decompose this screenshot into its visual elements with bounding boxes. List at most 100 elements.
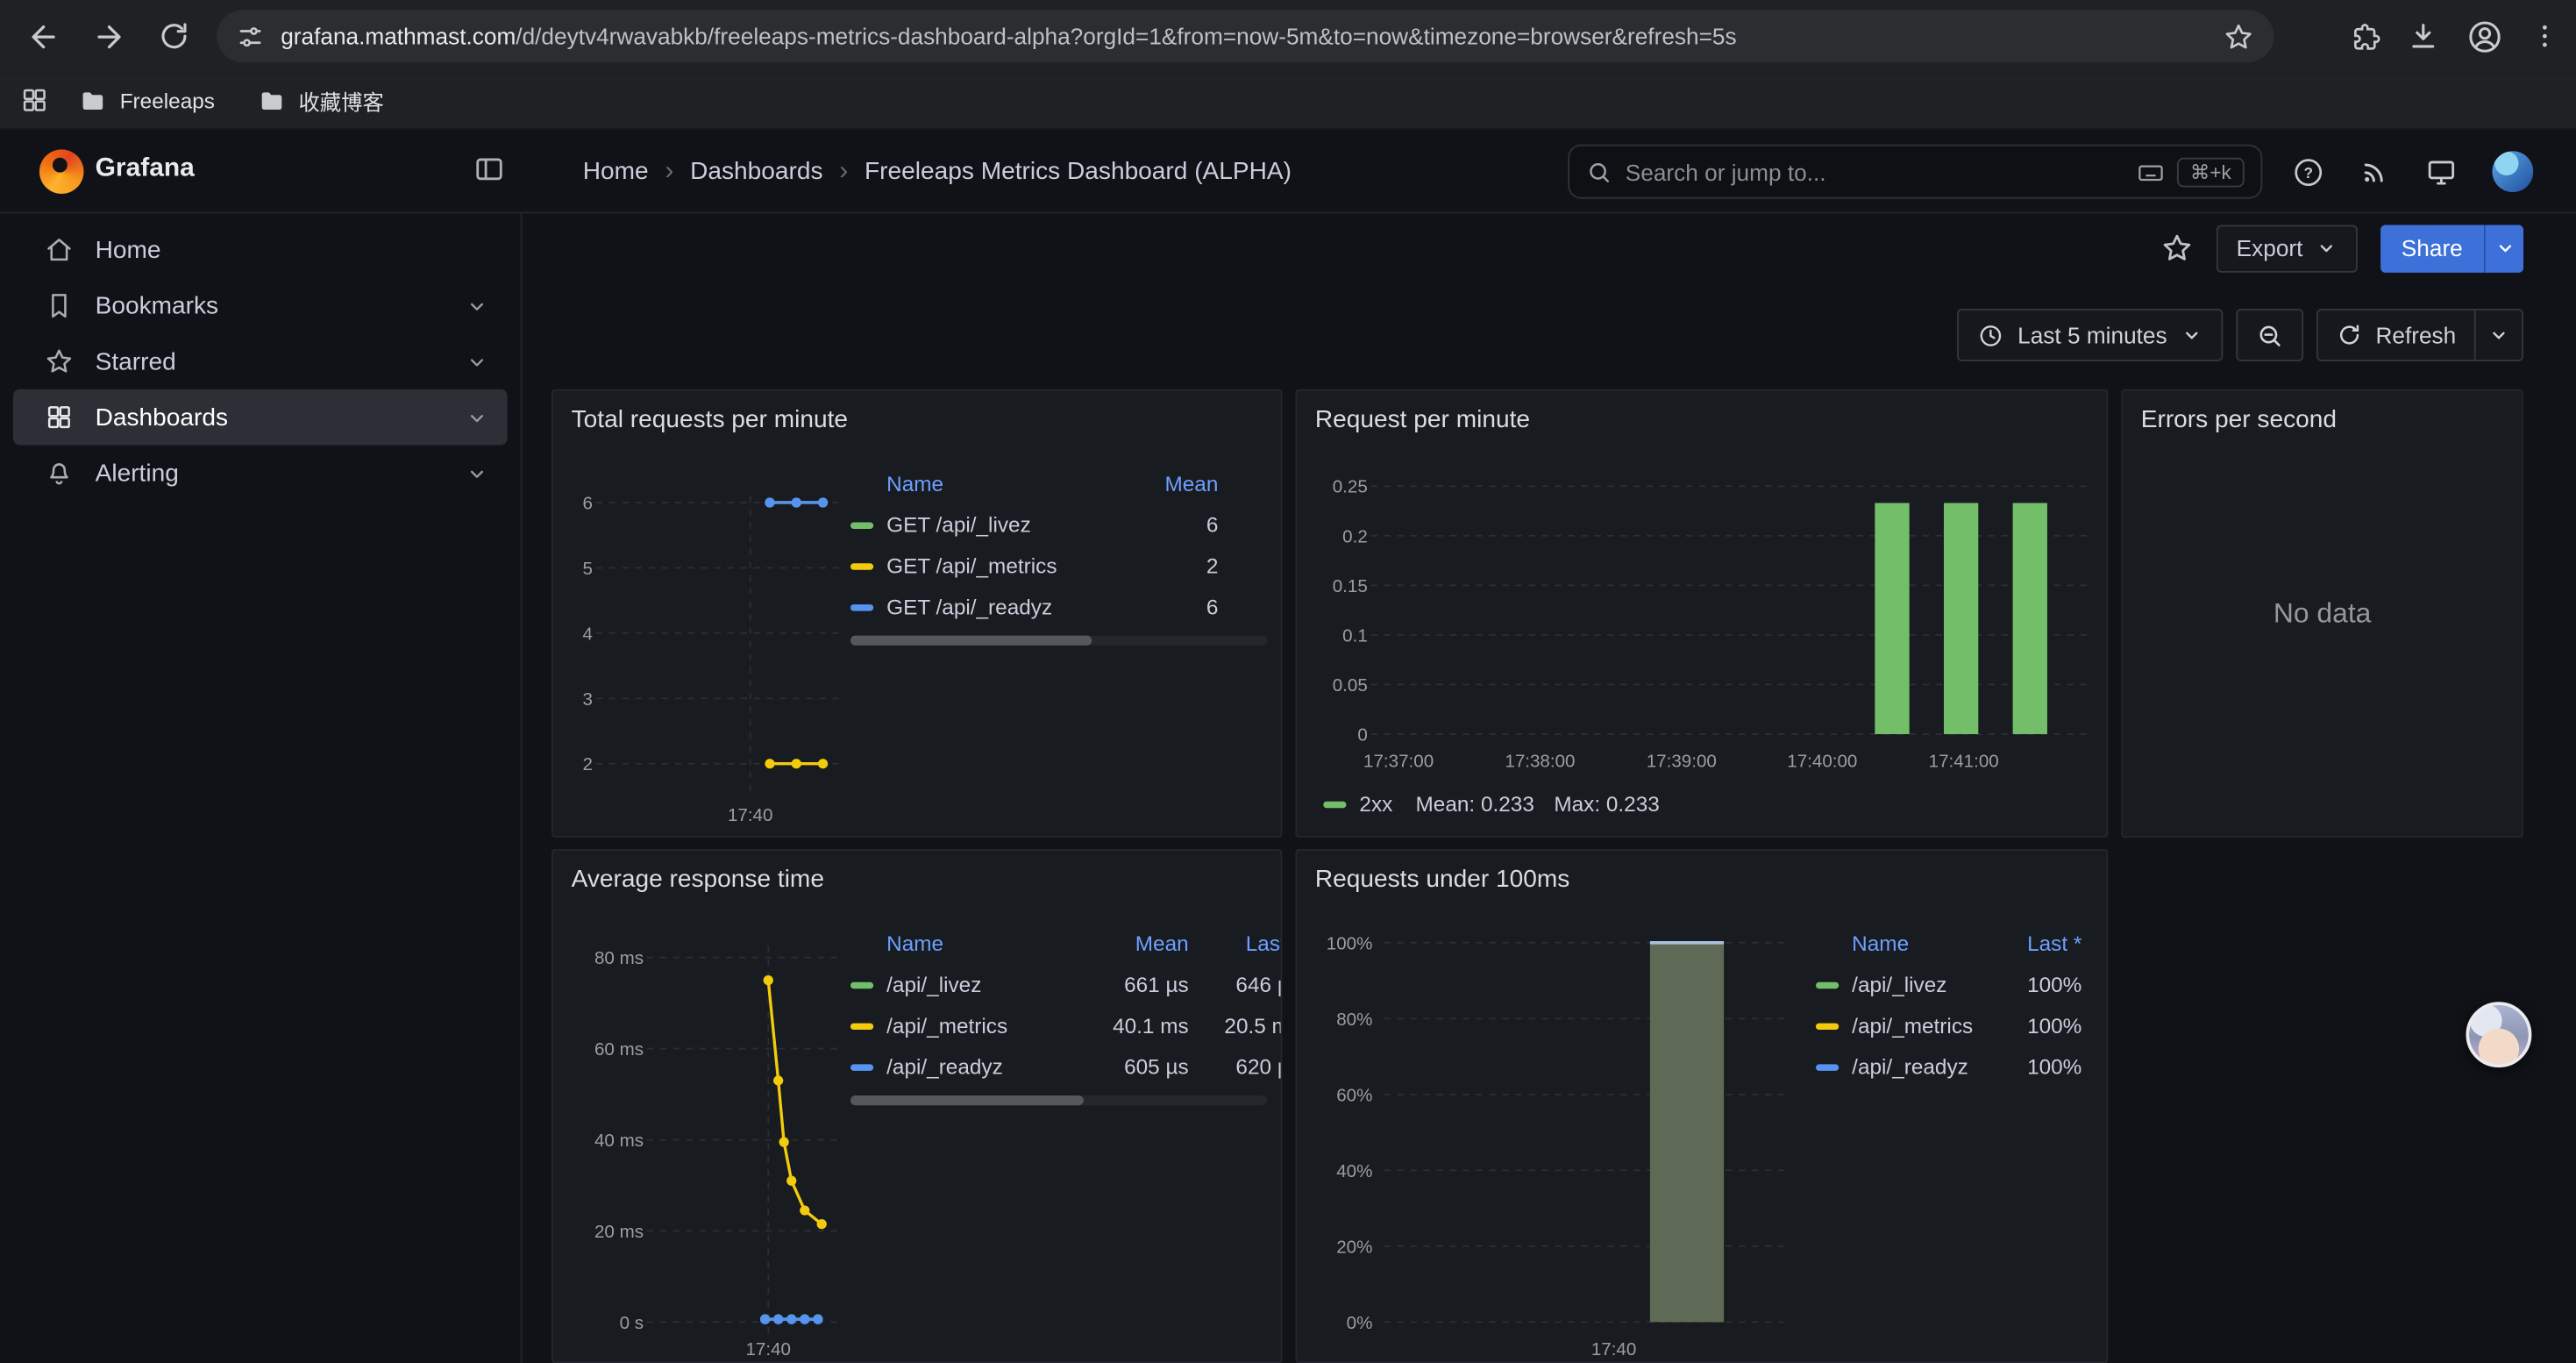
svg-text:60 ms: 60 ms xyxy=(594,1039,644,1060)
legend-scrollbar[interactable] xyxy=(850,636,1268,646)
legend-row[interactable]: GET /api/_readyz 6 xyxy=(850,586,1268,627)
apps-grid-icon[interactable] xyxy=(19,85,49,115)
sidebar-item-home[interactable]: Home xyxy=(13,222,508,278)
refresh-button[interactable]: Refresh xyxy=(2318,310,2474,360)
legend-scrollbar[interactable] xyxy=(850,1095,1268,1105)
menu-kebab-icon[interactable] xyxy=(2530,21,2560,51)
forward-button[interactable] xyxy=(79,6,138,65)
news-button[interactable] xyxy=(2359,156,2391,188)
series-name: /api/_metrics xyxy=(1852,1013,2000,1038)
svg-text:17:40:00: 17:40:00 xyxy=(1787,751,1857,771)
profile-icon[interactable] xyxy=(2466,18,2503,55)
legend-row[interactable]: /api/_readyz 100% xyxy=(1816,1046,2081,1088)
legend-row[interactable]: /api/_livez 100% xyxy=(1816,964,2081,1005)
chevron-down-icon[interactable] xyxy=(465,405,489,430)
legend-col-mean[interactable]: Mean xyxy=(1057,931,1189,956)
sidebar-item-dashboards[interactable]: Dashboards xyxy=(13,389,508,446)
series-name: /api/_livez xyxy=(886,973,1057,997)
breadcrumb-home[interactable]: Home xyxy=(583,158,649,186)
reload-button[interactable] xyxy=(145,6,203,65)
panel-requests-under-100ms: 100%80%60%40%20%0%17:40 Requests under 1… xyxy=(1295,849,2108,1363)
breadcrumb-current[interactable]: Freeleaps Metrics Dashboard (ALPHA) xyxy=(865,158,1292,186)
share-button[interactable]: Share xyxy=(2380,225,2484,272)
svg-text:17:37:00: 17:37:00 xyxy=(1363,751,1434,771)
svg-text:20%: 20% xyxy=(1336,1237,1372,1257)
arrow-left-icon xyxy=(25,19,60,54)
series-mean: 6 xyxy=(1127,512,1219,537)
legend-col-last[interactable]: Last * xyxy=(2000,931,2082,956)
chevron-down-icon[interactable] xyxy=(465,349,489,374)
refresh-interval-button[interactable] xyxy=(2474,310,2522,360)
sidebar-nav: Home Bookmarks Starred Dashboards Alerti… xyxy=(0,213,522,1363)
help-button[interactable]: ? xyxy=(2292,155,2324,188)
legend-row[interactable]: /api/_metrics 40.1 ms 20.5 ms xyxy=(850,1005,1282,1046)
browser-actions xyxy=(2350,0,2566,72)
legend-row[interactable]: GET /api/_metrics 2 xyxy=(850,546,1268,587)
export-button[interactable]: Export xyxy=(2217,225,2357,272)
time-controls: Last 5 minutes Refresh xyxy=(1957,309,2523,361)
back-button[interactable] xyxy=(13,6,72,65)
time-range-picker[interactable]: Last 5 minutes xyxy=(1957,309,2223,361)
panel-request-per-minute: 0.250.20.150.10.05017:37:0017:38:0017:39… xyxy=(1295,389,2108,838)
rss-icon xyxy=(2359,156,2391,188)
downloads-icon[interactable] xyxy=(2407,19,2439,52)
bookmark-folder-blog[interactable]: 收藏博客 xyxy=(245,78,397,123)
legend-row[interactable]: /api/_livez 661 µs 646 µs xyxy=(850,964,1282,1005)
floating-avatar[interactable] xyxy=(2466,1002,2531,1067)
scrollbar-thumb[interactable] xyxy=(850,1095,1084,1105)
series-name: /api/_readyz xyxy=(886,1054,1057,1079)
panel-title[interactable]: Request per minute xyxy=(1315,406,1530,434)
refresh-label: Refresh xyxy=(2375,322,2456,348)
svg-text:5: 5 xyxy=(583,559,593,579)
dashboards-grid-icon xyxy=(45,403,75,432)
zoom-out-button[interactable] xyxy=(2236,309,2303,361)
site-info-icon[interactable] xyxy=(237,22,265,50)
svg-text:3: 3 xyxy=(583,689,593,710)
scrollbar-thumb[interactable] xyxy=(850,636,1092,646)
extensions-icon[interactable] xyxy=(2350,20,2381,52)
display-button[interactable] xyxy=(2425,155,2458,188)
share-menu-button[interactable] xyxy=(2484,225,2523,272)
bookmarks-bar: Freeleaps 收藏博客 xyxy=(0,72,2576,130)
puzzle-icon xyxy=(2350,20,2381,52)
legend-col-mean[interactable]: Mean xyxy=(1127,471,1219,496)
legend-header: Name Mean xyxy=(850,463,1268,504)
url-bar[interactable]: grafana.mathmast.com/d/deytv4rwavabkb/fr… xyxy=(217,10,2274,62)
chevron-down-icon[interactable] xyxy=(465,293,489,318)
bookmark-folder-freeleaps[interactable]: Freeleaps xyxy=(66,80,228,121)
chevron-down-icon xyxy=(2493,237,2516,260)
brand-title: Grafana xyxy=(96,154,195,184)
search-placeholder: Search or jump to... xyxy=(1626,159,2136,185)
user-avatar[interactable] xyxy=(2492,151,2533,192)
svg-text:2: 2 xyxy=(583,754,593,774)
panel-title[interactable]: Requests under 100ms xyxy=(1315,866,1569,894)
sidebar-item-alerting[interactable]: Alerting xyxy=(13,445,508,501)
sidebar-item-bookmarks[interactable]: Bookmarks xyxy=(13,277,508,333)
svg-text:0: 0 xyxy=(1357,724,1367,745)
sidebar-item-starred[interactable]: Starred xyxy=(13,333,508,389)
legend-col-last[interactable]: Last * xyxy=(1189,931,1283,956)
favorite-star-button[interactable] xyxy=(2161,232,2194,264)
breadcrumb-dashboards[interactable]: Dashboards xyxy=(690,158,822,186)
svg-text:?: ? xyxy=(2303,163,2312,181)
bookmark-star-icon[interactable] xyxy=(2223,20,2254,52)
legend-table: Name Last * /api/_livez 100% /api/_metri… xyxy=(1816,923,2081,1087)
legend-col-name[interactable]: Name xyxy=(886,931,1057,956)
legend-row[interactable]: GET /api/_livez 6 xyxy=(850,504,1268,546)
panel-title[interactable]: Total requests per minute xyxy=(572,406,848,434)
panel-title[interactable]: Average response time xyxy=(572,866,824,894)
grafana-logo[interactable] xyxy=(39,149,84,194)
home-icon xyxy=(45,235,75,265)
chevron-down-icon[interactable] xyxy=(465,460,489,485)
series-swatch xyxy=(850,562,873,568)
legend-inline[interactable]: 2xx Mean: 0.233 Max: 0.233 xyxy=(1323,792,1660,817)
legend-row[interactable]: /api/_readyz 605 µs 620 µs xyxy=(850,1046,1282,1088)
no-data-text: No data xyxy=(2123,391,2522,836)
dock-menu-button[interactable] xyxy=(473,153,505,185)
legend-col-name[interactable]: Name xyxy=(886,471,1126,496)
svg-text:0%: 0% xyxy=(1347,1313,1373,1333)
legend-row[interactable]: /api/_metrics 100% xyxy=(1816,1005,2081,1046)
legend-col-name[interactable]: Name xyxy=(1852,931,2000,956)
sidebar-item-label: Dashboards xyxy=(96,403,228,432)
search-input[interactable]: Search or jump to... ⌘+k xyxy=(1568,145,2262,199)
